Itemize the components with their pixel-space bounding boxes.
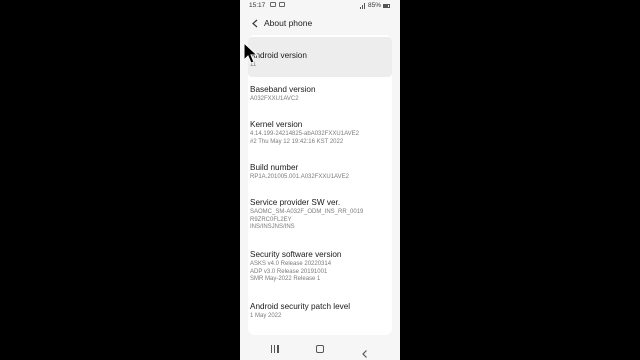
home-icon[interactable] [316,345,324,353]
signal-icon [359,2,366,9]
setting-baseband-version[interactable]: Baseband version A032FXXU1AVC2 [250,85,390,104]
setting-label: Service provider SW ver. [250,198,341,207]
setting-label: Android security patch level [250,302,351,311]
setting-value: A032FXXU1AVC2 [250,96,299,102]
phone-screen: 15:17 85% About phone Android version 11… [240,0,400,360]
setting-android-version[interactable]: Android version 11 [248,37,392,77]
setting-value: #2 Thu May 12 19:42:16 KST 2022 [250,138,344,145]
setting-build-number[interactable]: Build number RP1A.201005.001.A032FXXU1AV… [250,163,390,182]
navigation-bar [240,338,400,360]
setting-security-patch-level[interactable]: Android security patch level 1 May 2022 [250,302,390,321]
setting-value: ASKS v4.0 Release 20220314 [250,261,332,267]
app-bar: About phone [240,12,400,34]
setting-value: RP1A.201005.001.A032FXXU1AVE2 [250,174,349,180]
status-right: 85% [359,2,390,9]
setting-value: SAOMC_SM-A032F_ODM_INS_RR_0019 [250,209,364,215]
back-arrow-icon[interactable] [250,18,260,28]
setting-kernel-version[interactable]: Kernel version 4.14.199-24214825-abA032F… [250,120,390,146]
gallery-icon [270,2,276,7]
page-title: About phone [264,18,313,28]
setting-value: R9ZRC0FL2EY [250,216,292,223]
setting-value: ADP v3.0 Release 20191001 [250,268,328,275]
setting-service-provider-sw[interactable]: Service provider SW ver. SAOMC_SM-A032F_… [250,198,390,232]
setting-value: 4.14.199-24214825-abA032FXXU1AVE2 [250,131,359,137]
setting-label: Build number [250,163,299,172]
setting-label: Android version [250,51,307,60]
status-bar: 15:17 85% [240,0,400,12]
setting-label: Kernel version [250,120,303,129]
setting-value: INS/INSJNS/INS [250,224,295,230]
setting-value: 11 [250,62,257,68]
setting-label: Security software version [250,250,342,259]
image-icon [279,2,285,7]
setting-value: SMR May-2022 Release 1 [250,276,321,282]
recent-apps-icon[interactable] [271,345,279,353]
setting-security-software-version[interactable]: Security software version ASKS v4.0 Rele… [250,250,390,284]
mouse-pointer-icon [243,41,259,64]
nav-back-icon[interactable] [361,345,369,358]
status-time: 15:17 [249,2,266,9]
notification-icons [270,2,285,7]
setting-label: Baseband version [250,85,316,94]
battery-icon [383,3,390,8]
setting-value: 1 May 2022 [250,313,282,319]
settings-card: Android version 11 Baseband version A032… [248,35,392,335]
battery-percent: 85% [367,2,381,9]
